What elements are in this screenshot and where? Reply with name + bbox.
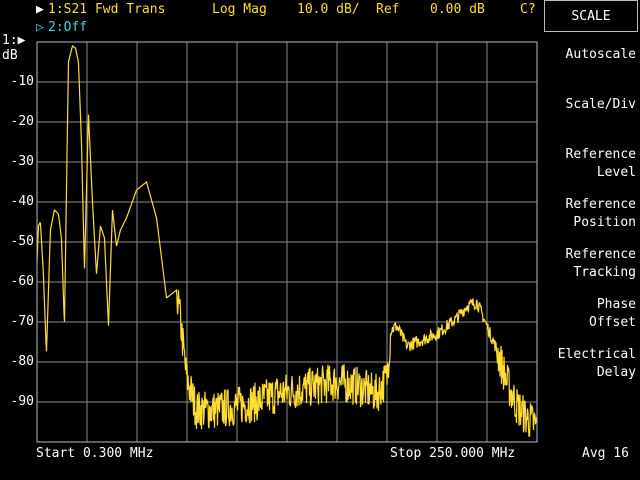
softkey-label-line1: Electrical xyxy=(557,347,636,362)
ref-label: Ref xyxy=(376,2,400,17)
trace1-active-marker: ▶ xyxy=(36,2,44,17)
y-tick-label: -30 xyxy=(10,154,34,169)
graticule xyxy=(37,42,537,442)
softkey-label-line1: Phase xyxy=(596,297,636,312)
cal-status: C? xyxy=(520,2,536,17)
format-label: Log Mag xyxy=(212,2,267,17)
y-tick-label: -70 xyxy=(10,314,34,329)
ref-position-marker: 1:▶ xyxy=(2,33,26,48)
softkey-reference-position[interactable]: Reference Position xyxy=(566,196,636,232)
ref-value: 0.00 dB xyxy=(430,2,485,17)
softkey-label-line1: Reference xyxy=(565,197,636,212)
y-tick-label: -40 xyxy=(10,194,34,209)
softkey-label-line2: Position xyxy=(573,215,636,230)
softkey-label-line2: Tracking xyxy=(573,265,636,280)
softkey-autoscale[interactable]: Autoscale xyxy=(566,46,636,64)
softkey-electrical-delay[interactable]: Electrical Delay xyxy=(558,346,636,382)
y-unit-label: dB xyxy=(2,48,18,63)
y-tick-label: -80 xyxy=(10,354,34,369)
softkey-scale-div[interactable]: Scale/Div xyxy=(566,96,636,114)
stop-frequency: Stop 250.000 MHz xyxy=(390,446,516,461)
y-tick-label: -20 xyxy=(10,114,34,129)
y-tick-label: -50 xyxy=(10,234,34,249)
averaging-status: Avg 16 xyxy=(582,446,629,461)
softkey-label-line2: Offset xyxy=(589,315,636,330)
softkey-label-line1: Scale/Div xyxy=(565,97,636,112)
menu-title-scale: SCALE xyxy=(544,0,638,32)
y-tick-label: -60 xyxy=(10,274,34,289)
softkey-label-line2: Level xyxy=(596,165,636,180)
softkey-reference-tracking[interactable]: Reference Tracking xyxy=(566,246,636,282)
softkey-label-line2: Delay xyxy=(596,365,636,380)
softkey-phase-offset[interactable]: Phase Offset xyxy=(589,296,636,332)
y-tick-label: -90 xyxy=(10,394,34,409)
softkey-label-line1: Reference xyxy=(565,247,636,262)
scale-label: 10.0 dB/ xyxy=(297,2,360,17)
trace2-label[interactable]: 2:Off xyxy=(48,20,87,35)
y-tick-label: -10 xyxy=(10,74,34,89)
softkey-label-line1: Autoscale xyxy=(565,47,636,62)
start-frequency: Start 0.300 MHz xyxy=(36,446,154,461)
trace1-label[interactable]: 1:S21 Fwd Trans xyxy=(48,2,165,17)
trace-plot xyxy=(36,41,538,443)
softkey-reference-level[interactable]: Reference Level xyxy=(566,146,636,182)
trace2-marker: ▷ xyxy=(36,20,44,35)
softkey-label-line1: Reference xyxy=(565,147,636,162)
